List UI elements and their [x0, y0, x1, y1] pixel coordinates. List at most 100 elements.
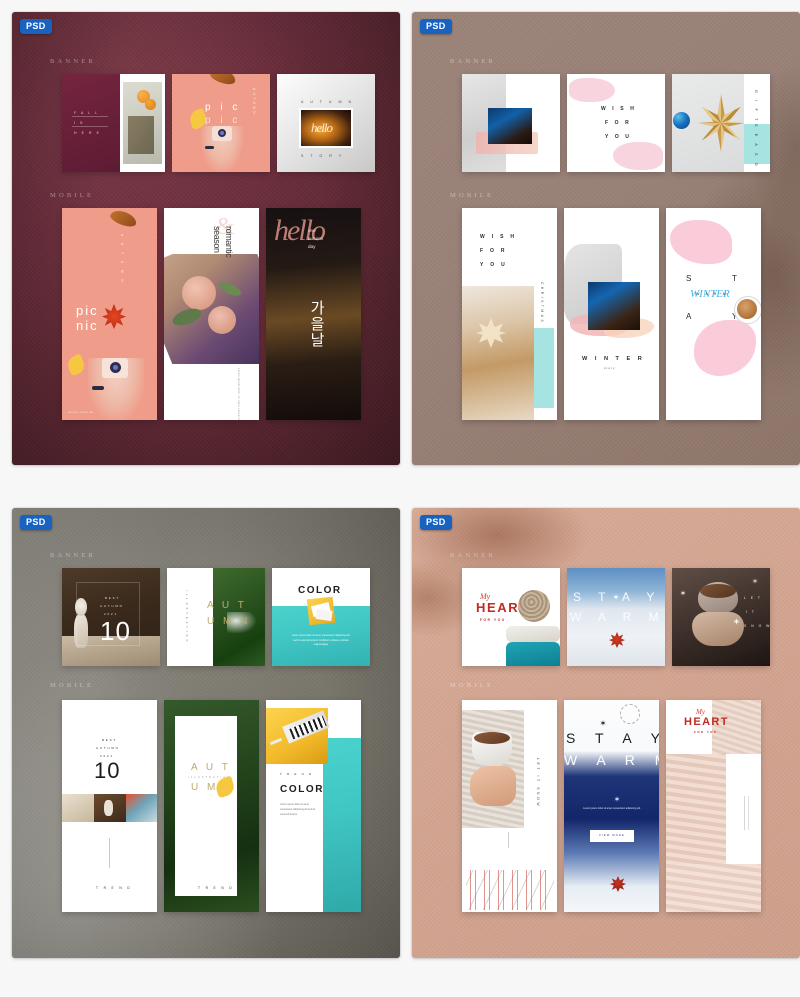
- card-text-for-you: FOR YOU: [480, 618, 506, 622]
- card-color-banner[interactable]: COLOR Lorem ipsum dolor sit amet, consec…: [272, 568, 370, 666]
- card-text-vertical: ILLUSTRATION: [185, 590, 188, 645]
- card-picnic[interactable]: p i c p i c AUTUMN: [172, 74, 270, 172]
- card-cta-button-label[interactable]: VIEW MORE: [590, 834, 634, 837]
- card-text-t: T: [732, 274, 737, 283]
- card-watercolor-photo[interactable]: [462, 74, 560, 172]
- card-text-line2: I S: [74, 121, 85, 125]
- card-wish-for-you-mobile[interactable]: W I S H F O R Y O U CHRISTMAS: [462, 208, 557, 420]
- card-text-you: Y O U: [605, 134, 632, 140]
- card-text-stay: S T A Y: [573, 590, 662, 604]
- card-text-autumn: AUTUMN: [252, 88, 256, 117]
- card-heart-knit-mobile[interactable]: My HEART FOR YOU: [666, 700, 761, 912]
- card-text-ten: 10: [100, 616, 131, 646]
- card-text-winter: W I N T E R: [582, 356, 645, 362]
- card-text-autumn: AUTUMN: [96, 746, 120, 750]
- card-text-warm: W A R M: [564, 752, 659, 768]
- section-label-mobile: MOBILE: [50, 192, 95, 199]
- card-text-wish: W I S H: [601, 106, 637, 112]
- card-text-trend: T R E N D: [96, 886, 133, 890]
- card-text-pic-2: p i c: [205, 115, 241, 126]
- card-text-day: day: [308, 244, 316, 249]
- card-text-one: one: [308, 228, 316, 233]
- section-label-banner: BANNER: [50, 58, 96, 65]
- card-text-romantic: romantic: [224, 226, 234, 258]
- card-text-season: season: [212, 226, 222, 253]
- psd-badge[interactable]: PSD: [20, 515, 52, 530]
- card-gift-season[interactable]: G I F T S E A S O N: [672, 74, 770, 172]
- card-text-a: A: [686, 312, 692, 321]
- card-text-trend: T R E N D: [280, 772, 314, 776]
- card-color-block: [62, 74, 120, 172]
- card-text-you: Y O U: [480, 262, 508, 268]
- card-body-text: Lorem ipsum dolor sit amet, consectetur …: [291, 634, 351, 647]
- panel-autumn-maroon[interactable]: PSD BANNER MOBILE F A L L I S H E R E p …: [12, 12, 400, 465]
- panel-winter-blush[interactable]: PSD BANNER MOBILE My HEART FOR YOU S T A…: [412, 508, 800, 958]
- card-script-hello: hello: [311, 120, 333, 135]
- panel-autumn-olive[interactable]: PSD BANNER MOBILE BEST AUTUMN 2021 10 IL…: [12, 508, 400, 958]
- card-best-autumn-10-mobile[interactable]: BEST AUTUMN 2021 10 T R E N D: [62, 700, 157, 912]
- card-script-hello: hello: [274, 214, 326, 247]
- card-autumn-leaf[interactable]: ILLUSTRATION A U T U M N: [167, 568, 265, 666]
- card-text-umn: U M N: [207, 616, 251, 627]
- card-text-best: BEST: [105, 596, 121, 600]
- card-script-my: My: [696, 708, 705, 716]
- card-stay-warm-mobile[interactable]: S T A Y W A R M Lorem ipsum dolor sit am…: [564, 700, 659, 912]
- psd-template-gallery: PSD BANNER MOBILE F A L L I S H E R E p …: [0, 0, 800, 997]
- section-label-banner: BANNER: [450, 58, 496, 65]
- section-label-banner: BANNER: [50, 552, 96, 559]
- psd-badge[interactable]: PSD: [20, 19, 52, 34]
- card-best-autumn-2021[interactable]: BEST AUTUMN 2021 10: [62, 568, 160, 666]
- card-text-let: L E T: [744, 596, 762, 600]
- card-text-line1: F A L L: [74, 111, 100, 115]
- card-text-trend: T R E N D: [198, 886, 235, 890]
- card-body-text: Lorem ipsum dolor sit amet consectetur a…: [280, 803, 316, 817]
- card-text-for: F O R: [480, 248, 508, 254]
- card-text-autumn: autumn: [308, 236, 324, 241]
- card-cocoa-mobile[interactable]: LET IT SNOW: [462, 700, 557, 912]
- card-stay-winter-warm[interactable]: S T A Y WINTER W A R M: [666, 208, 761, 420]
- card-text-gift: G I F T: [754, 90, 758, 124]
- card-text-snow: S N O W: [744, 624, 770, 628]
- panel-winter-taupe[interactable]: PSD BANNER MOBILE W I S H F O R Y O U G …: [412, 12, 800, 465]
- section-label-banner: BANNER: [450, 552, 496, 559]
- card-text-pic-1: p i c: [205, 102, 241, 113]
- section-label-mobile: MOBILE: [50, 682, 95, 689]
- card-text-christmas: CHRISTMAS: [540, 282, 544, 325]
- card-text-warm: W A R M: [570, 610, 665, 624]
- card-text-season: S E A S O N: [754, 124, 758, 172]
- card-text-autumn: A U T U M N: [120, 234, 124, 285]
- card-text-warm: W A R M: [696, 292, 729, 296]
- card-fall-is-here[interactable]: F A L L I S H E R E: [62, 74, 165, 172]
- card-text-let-it-snow: LET IT SNOW: [536, 758, 540, 809]
- card-text-autumn: AUTUMN: [100, 604, 124, 608]
- card-text-for: F O R: [605, 120, 632, 126]
- card-let-it-snow[interactable]: L E T I T S N O W: [672, 568, 770, 666]
- card-autumn-hello[interactable]: A U T U M N hello S T O R Y: [277, 74, 375, 172]
- card-body-text: Lorem ipsum dolor sit amet consectetur: [237, 368, 240, 420]
- card-caption: autumn picnic day: [68, 411, 95, 414]
- card-color-trend-mobile[interactable]: T R E N D COLOR Lorem ipsum dolor sit am…: [266, 700, 361, 912]
- card-text-nic: nic: [76, 318, 99, 333]
- card-picnic-mobile[interactable]: A U T U M N pic nic autumn picnic day: [62, 208, 157, 420]
- card-stay-warm-snow[interactable]: S T A Y W A R M: [567, 568, 665, 666]
- card-text-autumn: A U T U M N: [301, 100, 355, 104]
- section-label-mobile: MOBILE: [450, 682, 495, 689]
- card-text-ten: 10: [94, 758, 121, 783]
- card-romantic-season[interactable]: & romantic season Lorem ipsum dolor sit …: [164, 208, 259, 420]
- card-hello-autumn-day[interactable]: hello one autumn day 가을날: [266, 208, 361, 420]
- card-winter-story[interactable]: W I N T E R story: [564, 208, 659, 420]
- card-text-pic: pic: [76, 303, 99, 318]
- psd-badge[interactable]: PSD: [420, 19, 452, 34]
- card-text-it: I T: [746, 610, 756, 614]
- card-text-stay: S T A Y: [566, 730, 659, 746]
- card-wish-for-you[interactable]: W I S H F O R Y O U: [567, 74, 665, 172]
- card-text-color: COLOR: [298, 585, 342, 596]
- card-autumn-illustration-mobile[interactable]: A U T ILLUSTRATION U M N T R E N D: [164, 700, 259, 912]
- card-my-heart[interactable]: My HEART FOR YOU: [462, 568, 560, 666]
- card-text-wish: W I S H: [480, 234, 517, 240]
- card-text-aut: A U T: [207, 600, 247, 611]
- card-text-aut: A U T: [191, 762, 231, 773]
- psd-badge[interactable]: PSD: [420, 515, 452, 530]
- section-label-mobile: MOBILE: [450, 192, 495, 199]
- card-text-heart: HEART: [684, 716, 729, 728]
